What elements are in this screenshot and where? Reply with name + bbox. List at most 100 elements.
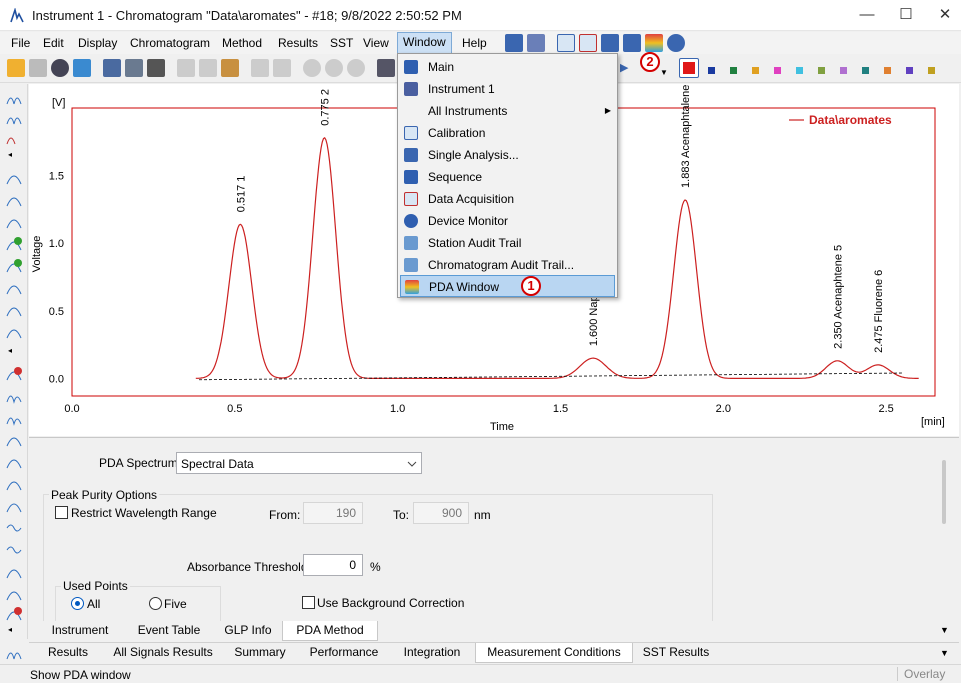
scrollbar-thumb[interactable]: [942, 460, 946, 524]
tab-instrument[interactable]: Instrument: [39, 621, 121, 641]
menu-item-single-analysis[interactable]: Single Analysis...: [400, 144, 615, 166]
color-orange[interactable]: [752, 67, 759, 74]
menu-item-station-audit-trail[interactable]: Station Audit Trail: [400, 232, 615, 254]
five-radio[interactable]: [149, 597, 162, 610]
add-peak-icon[interactable]: [6, 236, 22, 252]
menu-item-chromatogram-audit-trail[interactable]: Chromatogram Audit Trail...: [400, 254, 615, 276]
tabs-dropdown-icon[interactable]: ▼: [940, 648, 949, 658]
menu-item-instrument-1[interactable]: Instrument 1: [400, 78, 615, 100]
color-amber[interactable]: [884, 67, 891, 74]
integration-tool-icon[interactable]: [6, 90, 22, 106]
tab-all-signals-results[interactable]: All Signals Results: [105, 643, 221, 663]
peak-tool-icon[interactable]: [6, 192, 22, 208]
tab-sst-results[interactable]: SST Results: [635, 643, 717, 663]
menu-item-main[interactable]: Main: [400, 56, 615, 78]
remove-peak-icon[interactable]: [6, 366, 22, 382]
color-teal[interactable]: [862, 67, 869, 74]
pda-spectrum-select[interactable]: Spectral Data: [176, 452, 422, 474]
peak-tool-icon[interactable]: [6, 564, 22, 580]
menu-results[interactable]: Results: [278, 36, 318, 50]
redo-icon[interactable]: [273, 59, 291, 77]
menu-display[interactable]: Display: [78, 36, 117, 50]
menu-window[interactable]: Window: [397, 32, 452, 54]
menu-view[interactable]: View: [363, 36, 389, 50]
menu-item-data-acquisition[interactable]: Data Acquisition: [400, 188, 615, 210]
tab-pda-method[interactable]: PDA Method: [282, 621, 378, 641]
open-icon[interactable]: [7, 59, 25, 77]
peak-tool-icon[interactable]: [6, 324, 22, 340]
peak-tool-icon[interactable]: [6, 410, 22, 426]
menu-item-sequence[interactable]: Sequence: [400, 166, 615, 188]
dropdown-arrow-icon[interactable]: ▼: [660, 68, 668, 77]
cut-icon[interactable]: [177, 59, 195, 77]
restrict-wavelength-checkbox[interactable]: [55, 506, 68, 519]
peak-tool-icon[interactable]: [6, 170, 22, 186]
collapse-left-icon[interactable]: ◂: [8, 625, 12, 634]
menu-sst[interactable]: SST: [330, 36, 353, 50]
paste-icon[interactable]: [221, 59, 239, 77]
tab-results[interactable]: Results: [39, 643, 97, 663]
to-input[interactable]: 900: [413, 502, 469, 524]
peak-tool-icon[interactable]: [6, 432, 22, 448]
from-input[interactable]: 190: [303, 502, 363, 524]
menu-help[interactable]: Help: [462, 36, 487, 50]
color-blue[interactable]: [708, 67, 715, 74]
color-purple[interactable]: [840, 67, 847, 74]
tab-summary[interactable]: Summary: [227, 643, 293, 663]
remove-peak-icon[interactable]: [6, 606, 22, 622]
peak-tool-icon[interactable]: [6, 454, 22, 470]
color-magenta[interactable]: [774, 67, 781, 74]
integration-tool-icon[interactable]: [6, 645, 22, 661]
tab-glp-info[interactable]: GLP Info: [215, 621, 281, 641]
close-file-icon[interactable]: [51, 59, 69, 77]
color-gold[interactable]: [928, 67, 935, 74]
print-icon[interactable]: [147, 59, 165, 77]
pda-window-icon[interactable]: [645, 34, 663, 52]
main-icon[interactable]: [505, 34, 523, 52]
collapse-left-icon[interactable]: ◂: [8, 346, 12, 355]
tabs-dropdown-icon[interactable]: ▼: [940, 625, 949, 635]
menu-item-all-instruments[interactable]: All Instruments ▶: [400, 100, 615, 122]
peak-tool-icon[interactable]: [6, 498, 22, 514]
undo-icon[interactable]: [251, 59, 269, 77]
play-icon[interactable]: ▶: [620, 61, 628, 74]
close-button[interactable]: ✕: [933, 4, 957, 26]
integration-tool-icon[interactable]: [6, 110, 22, 126]
peak-tool-icon[interactable]: [6, 302, 22, 318]
data-acquisition-icon[interactable]: [579, 34, 597, 52]
menu-item-device-monitor[interactable]: Device Monitor: [400, 210, 615, 232]
menu-chromatogram[interactable]: Chromatogram: [130, 36, 210, 50]
zoom-in-icon[interactable]: [303, 59, 321, 77]
peak-tool-icon[interactable]: [6, 542, 22, 558]
tab-integration[interactable]: Integration: [393, 643, 471, 663]
all-radio[interactable]: [71, 597, 84, 610]
background-correction-checkbox[interactable]: [302, 596, 315, 609]
peak-tool-icon[interactable]: [6, 586, 22, 602]
wrench-icon[interactable]: [377, 59, 395, 77]
color-cyan[interactable]: [796, 67, 803, 74]
color-red-selected[interactable]: [679, 58, 699, 78]
peak-tool-icon[interactable]: [6, 280, 22, 296]
peak-tool-icon[interactable]: [6, 388, 22, 404]
menu-item-calibration[interactable]: Calibration: [400, 122, 615, 144]
device-monitor-icon[interactable]: [667, 34, 685, 52]
calibration-icon[interactable]: [557, 34, 575, 52]
integration-tool-icon[interactable]: [6, 130, 22, 146]
add-peak-icon[interactable]: [6, 258, 22, 274]
preview-icon[interactable]: [103, 59, 121, 77]
menu-file[interactable]: File: [11, 36, 30, 50]
peak-tool-icon[interactable]: [6, 476, 22, 492]
print-preview-icon[interactable]: [125, 59, 143, 77]
collapse-left-icon[interactable]: ◂: [8, 150, 12, 159]
peak-tool-icon[interactable]: [6, 214, 22, 230]
absorbance-threshold-input[interactable]: 0: [303, 554, 363, 576]
export-icon[interactable]: [73, 59, 91, 77]
zoom-fit-icon[interactable]: [347, 59, 365, 77]
menu-edit[interactable]: Edit: [43, 36, 64, 50]
save-icon[interactable]: [29, 59, 47, 77]
tab-measurement-conditions[interactable]: Measurement Conditions: [475, 643, 633, 663]
minimize-button[interactable]: —: [855, 4, 879, 26]
zoom-out-icon[interactable]: [325, 59, 343, 77]
tab-performance[interactable]: Performance: [301, 643, 387, 663]
single-analysis-icon[interactable]: [601, 34, 619, 52]
